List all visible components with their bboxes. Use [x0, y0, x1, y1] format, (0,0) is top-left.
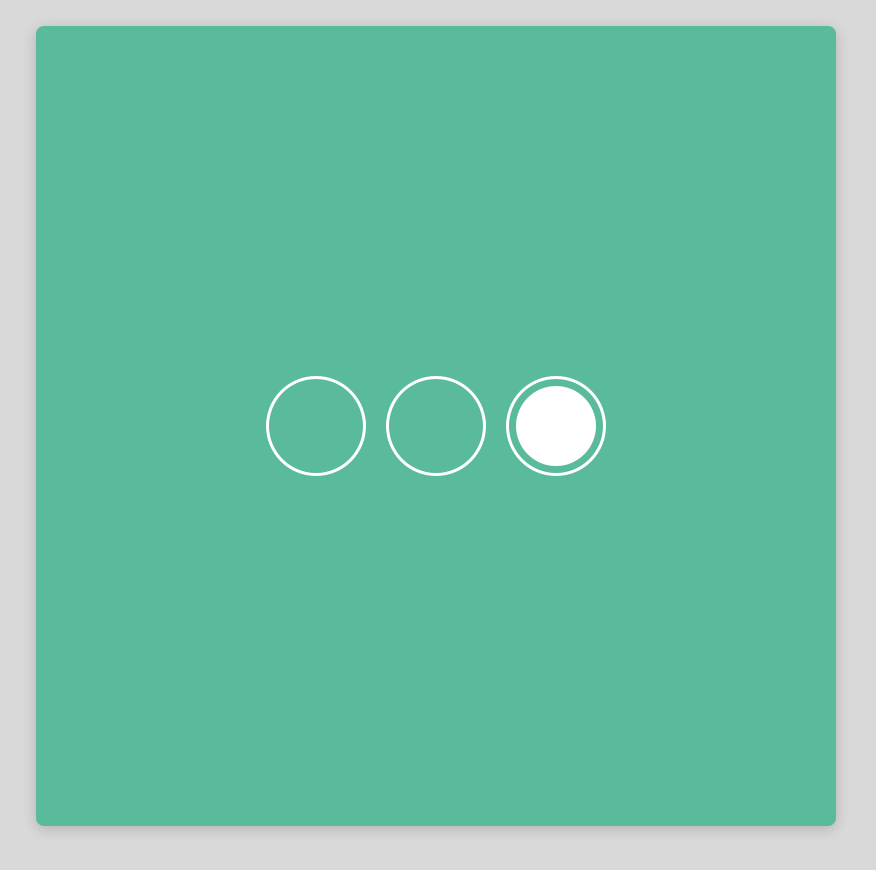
- dot-fill-icon: [516, 386, 596, 466]
- slide-card: [36, 26, 836, 826]
- pagination-dot-2[interactable]: [386, 376, 486, 476]
- pagination-dot-1[interactable]: [266, 376, 366, 476]
- pagination-dot-3[interactable]: [506, 376, 606, 476]
- pagination-dots: [266, 376, 606, 476]
